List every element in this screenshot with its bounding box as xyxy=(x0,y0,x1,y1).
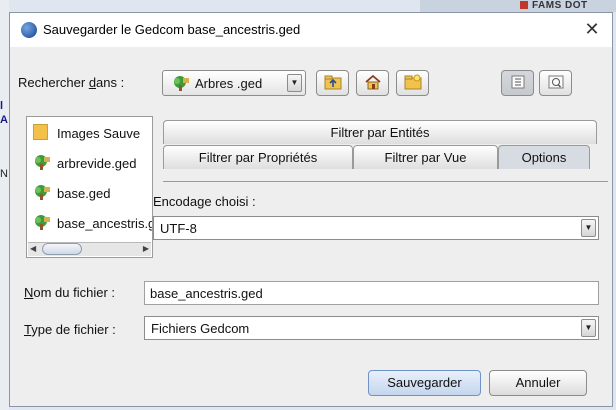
tab-panel-border xyxy=(163,181,608,184)
tab-filter-properties[interactable]: Filtrer par Propriétés xyxy=(163,145,353,169)
tree-icon xyxy=(33,154,51,174)
chevron-down-icon[interactable]: ▼ xyxy=(287,74,302,92)
folder-icon xyxy=(33,124,48,140)
encoding-label: Encodage choisi : xyxy=(153,194,256,209)
filetype-value: Fichiers Gedcom xyxy=(151,321,250,336)
scroll-left-icon[interactable]: ◀ xyxy=(30,244,36,253)
file-name: base.ged xyxy=(57,186,111,201)
home-icon xyxy=(364,74,382,93)
new-folder-icon xyxy=(404,74,422,93)
bg-letter: A xyxy=(0,114,8,126)
background-app-strip: FAMS DOT xyxy=(420,0,616,12)
title-bar: Sauvegarder le Gedcom base_ancestris.ged… xyxy=(10,13,612,47)
java-app-icon xyxy=(21,22,37,38)
tree-icon xyxy=(172,75,190,95)
encoding-value: UTF-8 xyxy=(160,221,197,236)
filetype-select[interactable]: Fichiers Gedcom ▼ xyxy=(144,316,599,340)
tree-icon xyxy=(33,184,51,204)
background-app-edge: l A N xyxy=(0,0,9,410)
up-folder-icon xyxy=(324,74,342,93)
save-button[interactable]: Sauvegarder xyxy=(368,370,481,396)
scroll-right-icon[interactable]: ▶ xyxy=(143,244,149,253)
tab-options[interactable]: Options xyxy=(498,145,590,169)
chevron-down-icon[interactable]: ▼ xyxy=(581,219,596,237)
lookin-value: Arbres .ged xyxy=(195,76,263,91)
list-item[interactable]: base.ged xyxy=(33,183,152,205)
list-view-icon xyxy=(511,75,525,92)
bg-letter: l xyxy=(0,100,4,112)
list-item[interactable]: arbrevide.ged xyxy=(33,153,152,175)
details-view-icon xyxy=(548,75,564,92)
tab-filter-view[interactable]: Filtrer par Vue xyxy=(353,145,498,169)
filename-label: Nom du fichier : xyxy=(24,285,116,300)
filename-input[interactable] xyxy=(145,282,595,304)
new-folder-button[interactable] xyxy=(396,70,429,96)
lookin-label: Rechercher dans : xyxy=(18,75,125,90)
details-view-button[interactable] xyxy=(539,70,572,96)
bg-record-icon xyxy=(520,1,528,9)
up-folder-button[interactable] xyxy=(316,70,349,96)
horizontal-scrollbar[interactable]: ◀ ▶ xyxy=(28,242,151,256)
chevron-down-icon[interactable]: ▼ xyxy=(581,319,596,337)
file-list[interactable]: Images Sauve arbrevide.ged base.ged base… xyxy=(26,116,153,258)
encoding-select[interactable]: UTF-8 ▼ xyxy=(153,216,599,240)
cancel-button[interactable]: Annuler xyxy=(489,370,587,396)
window-title: Sauvegarder le Gedcom base_ancestris.ged xyxy=(43,22,301,37)
filetype-label: Type de fichier : xyxy=(24,322,116,337)
list-item[interactable]: Images Sauve xyxy=(33,123,152,145)
list-view-button[interactable] xyxy=(501,70,534,96)
save-dialog: Sauvegarder le Gedcom base_ancestris.ged… xyxy=(9,12,613,407)
tree-icon xyxy=(33,214,51,234)
lookin-combo[interactable]: Arbres .ged ▼ xyxy=(162,70,306,96)
filename-field[interactable] xyxy=(144,281,599,305)
bg-letter: N xyxy=(0,168,8,180)
bg-text: FAMS DOT xyxy=(532,0,588,11)
tab-filter-entities[interactable]: Filtrer par Entités xyxy=(163,120,597,144)
home-button[interactable] xyxy=(356,70,389,96)
list-item[interactable]: base_ancestris.ged xyxy=(33,213,152,235)
file-name: arbrevide.ged xyxy=(57,156,137,171)
scroll-thumb[interactable] xyxy=(42,243,82,255)
close-button[interactable]: ✕ xyxy=(572,13,612,47)
file-name: Images Sauve xyxy=(57,126,141,141)
file-name: base_ancestris.ged xyxy=(57,216,152,231)
